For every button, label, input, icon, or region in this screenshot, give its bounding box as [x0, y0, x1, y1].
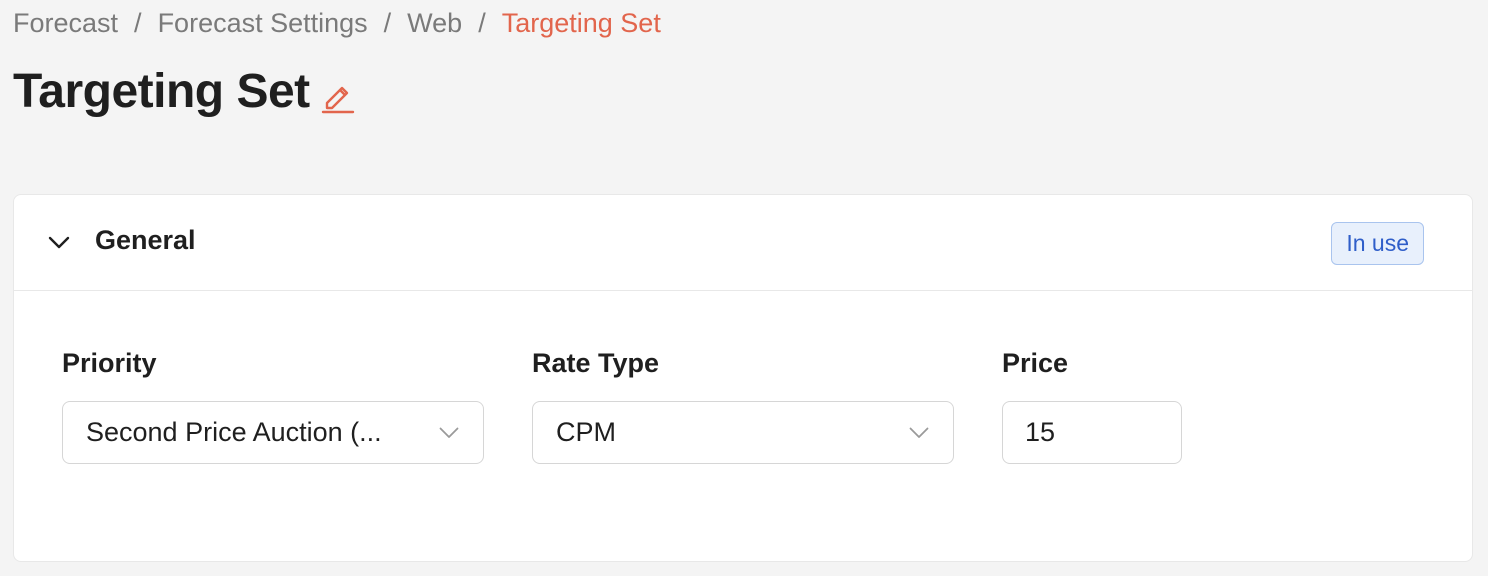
rate-type-field: Rate Type CPM — [532, 346, 954, 464]
collapse-toggle[interactable] — [44, 229, 74, 257]
priority-value: Second Price Auction (... — [86, 417, 382, 447]
section-header[interactable]: General In use — [14, 195, 1472, 291]
price-input[interactable] — [1002, 401, 1182, 464]
chevron-down-icon — [907, 421, 931, 445]
page-title: Targeting Set — [13, 64, 310, 118]
breadcrumb-separator: / — [478, 7, 486, 38]
breadcrumb-current: Targeting Set — [501, 7, 661, 38]
edit-title-button[interactable] — [320, 76, 356, 116]
priority-field: Priority Second Price Auction (... — [62, 346, 484, 464]
breadcrumb-item-web[interactable]: Web — [407, 8, 462, 39]
priority-select[interactable]: Second Price Auction (... — [62, 401, 484, 464]
breadcrumb-item-forecast-settings[interactable]: Forecast Settings — [158, 8, 368, 39]
breadcrumb-item-forecast[interactable]: Forecast — [13, 8, 118, 39]
breadcrumb-separator: / — [134, 7, 142, 38]
priority-label: Priority — [62, 348, 157, 378]
general-section-card: General In use Priority Second Price Auc… — [13, 194, 1473, 562]
pencil-icon — [321, 86, 354, 114]
breadcrumb: Forecast / Forecast Settings / Web / Tar… — [13, 6, 661, 40]
chevron-down-icon — [48, 236, 70, 249]
rate-type-select[interactable]: CPM — [532, 401, 954, 464]
rate-type-value: CPM — [556, 417, 616, 447]
title-row: Targeting Set — [13, 60, 356, 122]
breadcrumb-separator: / — [383, 7, 392, 38]
price-field: Price — [1002, 346, 1182, 464]
chevron-down-icon — [437, 421, 461, 445]
price-label: Price — [1002, 348, 1069, 378]
rate-type-label: Rate Type — [532, 348, 660, 378]
section-title: General — [95, 225, 196, 255]
status-badge: In use — [1331, 222, 1424, 265]
